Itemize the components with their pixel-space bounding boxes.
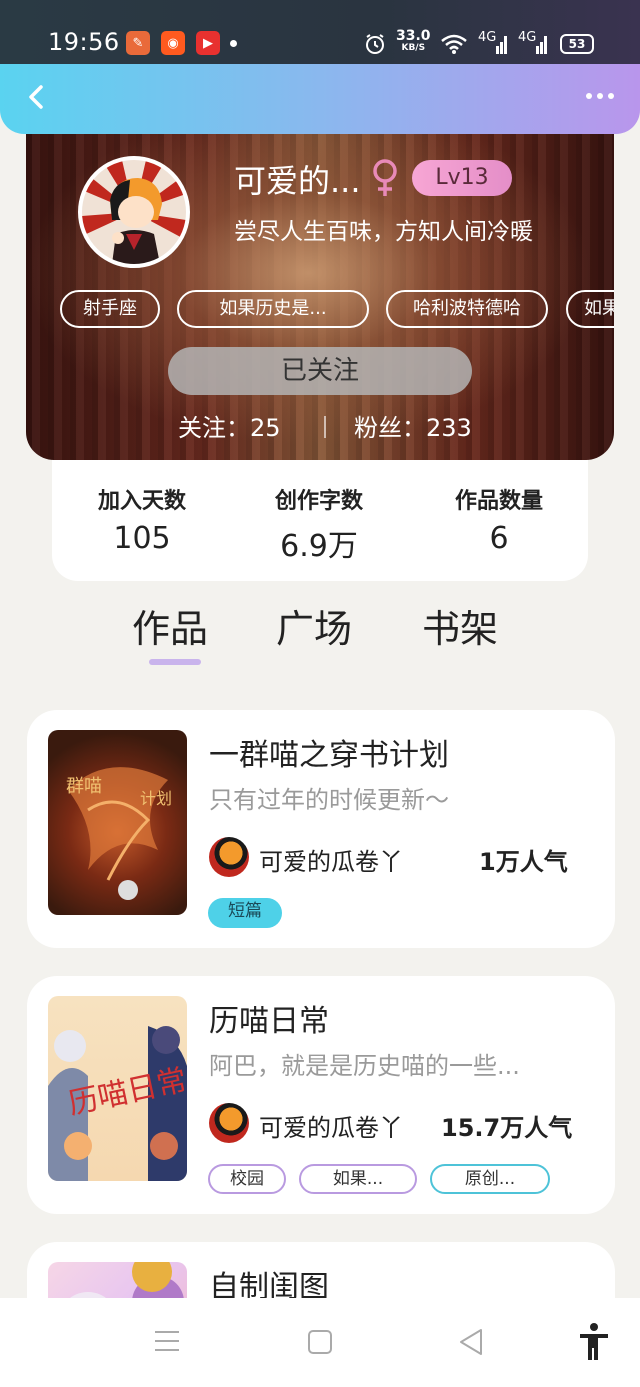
work-title[interactable]: 历喵日常: [209, 996, 329, 1040]
work-tag[interactable]: 如果...: [299, 1164, 417, 1194]
system-nav-bar: [0, 1298, 640, 1387]
chevron-left-icon[interactable]: [22, 82, 52, 112]
accessibility-icon[interactable]: [578, 1322, 610, 1362]
profile-bio: 尝尽人生百味，方知人间冷暖: [234, 219, 533, 245]
work-tag[interactable]: 原创...: [430, 1164, 550, 1194]
work-card[interactable]: 历喵日常 历喵日常 阿巴，就是是历史喵的一些... 可爱的瓜卷丫 15.7万人气…: [27, 976, 615, 1214]
avatar[interactable]: [78, 156, 190, 268]
svg-text:群喵: 群喵: [66, 776, 102, 797]
cover-illustration: 群喵 计划: [66, 767, 172, 900]
cover-illustration: 历喵日常: [48, 1026, 187, 1181]
status-time: 19:56: [48, 28, 120, 56]
stat-label: 作品数量: [454, 489, 543, 514]
alarm-icon: [366, 34, 384, 54]
profile-card: 可爱的... Lv13 尝尽人生百味，方知人间冷暖 射手座 如果历史是... 哈…: [26, 120, 614, 460]
stats-card: 加入天数 105 创作字数 6.9万 作品数量 6: [52, 455, 588, 581]
svg-text:计划: 计划: [140, 789, 172, 808]
profile-tag[interactable]: 射手座: [60, 290, 160, 328]
follow-stats: 关注：25 粉丝：233: [26, 408, 614, 448]
stat-works-count: 作品数量 6: [419, 483, 579, 556]
work-description: 阿巴，就是是历史喵的一些...: [209, 1052, 520, 1080]
followers-count[interactable]: 粉丝：233: [354, 408, 472, 443]
home-square-icon[interactable]: [308, 1330, 332, 1354]
stat-value: 6: [489, 521, 509, 556]
back-triangle-icon[interactable]: [458, 1328, 484, 1356]
signal-bars-icon-2: [536, 36, 547, 54]
work-tag[interactable]: 短篇: [208, 898, 282, 928]
page-root: 19:56 ✎ ◉ ▶ 33.0 KB/S 4G 4G 53 加入天数 105 …: [0, 0, 640, 1387]
followed-button[interactable]: 已关注: [168, 347, 472, 395]
author-name[interactable]: 可爱的瓜卷丫: [259, 842, 403, 877]
nickname: 可爱的...: [234, 162, 361, 200]
stat-join-days: 加入天数 105: [62, 483, 222, 556]
wifi-icon: [441, 34, 467, 54]
work-cover: 群喵 计划: [48, 730, 187, 915]
signal-bars-icon: [496, 36, 507, 54]
video-app-icon: ▶: [196, 31, 220, 55]
plan-app-icon: ✎: [126, 31, 150, 55]
kuaishou-icon: ◉: [161, 31, 185, 55]
stat-word-count: 创作字数 6.9万: [239, 483, 399, 565]
work-cover: 历喵日常: [48, 996, 187, 1181]
status-bar: 19:56 ✎ ◉ ▶ 33.0 KB/S 4G 4G 53: [0, 0, 640, 64]
stat-value: 105: [113, 521, 171, 556]
author-avatar[interactable]: [209, 1103, 249, 1143]
top-header: [0, 64, 640, 134]
profile-tags: 射手座 如果历史是... 哈利波特德哈 如果: [60, 290, 614, 328]
menu-icon[interactable]: [154, 1330, 180, 1352]
signal-4g-1: 4G: [478, 30, 497, 45]
signal-4g-2: 4G: [518, 30, 537, 45]
work-card[interactable]: 群喵 计划 一群喵之穿书计划 只有过年的时候更新～ 可爱的瓜卷丫 1万人气 短篇: [27, 710, 615, 948]
network-speed: 33.0 KB/S: [396, 28, 431, 53]
profile-tag[interactable]: 哈利波特德哈: [386, 290, 548, 328]
stat-label: 创作字数: [274, 489, 363, 514]
stat-label: 加入天数: [97, 489, 186, 514]
work-description: 只有过年的时候更新～: [209, 786, 449, 814]
profile-tag[interactable]: 如果历史是...: [177, 290, 369, 328]
level-badge: Lv13: [412, 160, 512, 196]
tab-square[interactable]: 广场: [276, 598, 352, 653]
tab-works[interactable]: 作品: [132, 598, 208, 653]
author-name[interactable]: 可爱的瓜卷丫: [259, 1108, 403, 1143]
author-avatar[interactable]: [209, 837, 249, 877]
avatar-illustration: [82, 160, 186, 264]
stats-divider: [324, 416, 326, 438]
tab-bookshelf[interactable]: 书架: [422, 598, 498, 653]
profile-tag[interactable]: 如果: [566, 290, 614, 328]
popularity: 1万人气: [479, 848, 568, 876]
popularity: 15.7万人气: [441, 1114, 573, 1142]
female-gender-icon: [373, 159, 397, 196]
work-title[interactable]: 一群喵之穿书计划: [209, 730, 449, 774]
battery-indicator: 53: [560, 34, 594, 54]
work-tag[interactable]: 校园: [208, 1164, 286, 1194]
following-count[interactable]: 关注：25: [178, 408, 281, 443]
notification-dot-icon: [230, 40, 237, 47]
stat-value: 6.9万: [280, 529, 358, 564]
more-dots-icon[interactable]: [582, 84, 618, 108]
active-tab-indicator: [149, 659, 201, 665]
